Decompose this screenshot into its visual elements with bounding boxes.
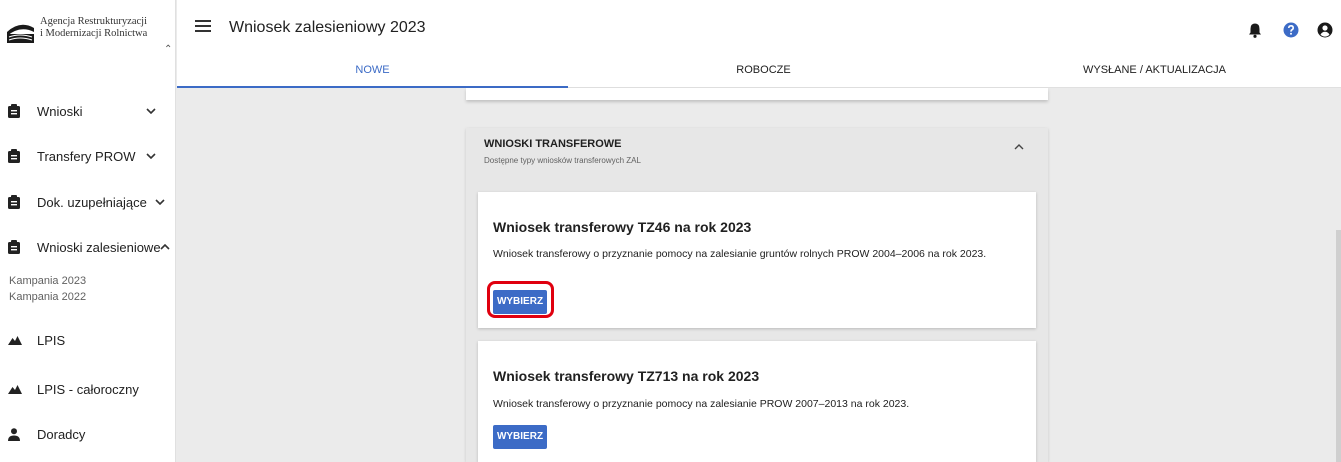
section-subtitle: Dostępne typy wniosków transferowych ZAL (484, 156, 641, 165)
arimr-logo[interactable]: Agencja Restrukturyzacji i Modernizacji … (6, 16, 166, 50)
sidebar-subitem-kampania-2022[interactable]: Kampania 2022 (9, 291, 86, 303)
card-description: Wniosek transferowy o przyznanie pomocy … (493, 398, 910, 410)
menu-icon[interactable] (195, 20, 211, 32)
application-card: Wniosek transferowy TZ46 na rok 2023 Wni… (478, 192, 1036, 328)
chevron-up-icon[interactable]: ⌃ (164, 44, 172, 55)
application-card: Wniosek transferowy TZ713 na rok 2023 Wn… (478, 341, 1036, 462)
page-title: Wniosek zalesieniowy 2023 (229, 19, 426, 36)
sidebar: Agencja Restrukturyzacji i Modernizacji … (0, 0, 176, 462)
previous-card (466, 88, 1048, 100)
sidebar-item-label: Wnioski (37, 103, 83, 119)
sidebar-item-label: Transfery PROW (37, 148, 136, 164)
sidebar-item-label: LPIS - całoroczny (37, 381, 139, 397)
sidebar-item-transfery-prow[interactable]: Transfery PROW (0, 141, 176, 171)
transfer-applications-section: WNIOSKI TRANSFEROWE Dostępne typy wniosk… (466, 128, 1048, 462)
tab-bar: NOWE ROBOCZE WYSŁANE / AKTUALIZACJA (177, 60, 1341, 88)
chevron-down-icon (146, 108, 156, 114)
arimr-logo-icon (6, 20, 35, 48)
scrollbar[interactable] (1336, 230, 1341, 462)
mountain-icon (8, 385, 22, 394)
sidebar-item-wnioski[interactable]: Wnioski (0, 96, 176, 126)
sidebar-item-lpis[interactable]: LPIS (0, 325, 176, 355)
sidebar-item-dok-uzupelniajace[interactable]: Dok. uzupełniające (0, 187, 176, 217)
sidebar-item-doradcy[interactable]: Doradcy (0, 419, 176, 449)
sidebar-item-label: Wnioski zalesieniowe (37, 239, 161, 255)
account-icon[interactable] (1317, 22, 1333, 38)
card-title: Wniosek transferowy TZ713 na rok 2023 (493, 368, 760, 384)
chevron-up-icon (160, 244, 170, 250)
sidebar-item-label: LPIS (37, 332, 66, 348)
tab-nowe[interactable]: NOWE (177, 60, 568, 88)
sidebar-item-lpis-caloroczny[interactable]: LPIS - całoroczny (0, 374, 176, 404)
sidebar-subitem-kampania-2023[interactable]: Kampania 2023 (9, 275, 86, 287)
logo-line2: i Modernizacji Rolnictwa (40, 28, 148, 39)
person-icon (8, 427, 20, 441)
select-button[interactable]: WYBIERZ (493, 425, 547, 449)
sidebar-item-label: Dok. uzupełniające (37, 194, 147, 210)
clipboard-icon (8, 104, 20, 118)
clipboard-icon (8, 195, 20, 209)
sidebar-item-wnioski-zalesieniowe[interactable]: Wnioski zalesieniowe (0, 232, 176, 262)
logo-line1: Agencja Restrukturyzacji (40, 16, 147, 27)
section-title: WNIOSKI TRANSFEROWE (484, 138, 622, 150)
top-bar: Wniosek zalesieniowy 2023 (177, 0, 1341, 60)
logo-text: Agencja Restrukturyzacji i Modernizacji … (40, 16, 147, 40)
clipboard-icon (8, 240, 20, 254)
mountain-icon (8, 336, 22, 345)
chevron-down-icon (155, 199, 165, 205)
help-icon[interactable] (1283, 22, 1299, 38)
bell-icon[interactable] (1247, 22, 1263, 38)
card-title: Wniosek transferowy TZ46 na rok 2023 (493, 219, 752, 235)
tab-robocze[interactable]: ROBOCZE (568, 60, 959, 88)
chevron-down-icon (146, 153, 156, 159)
clipboard-icon (8, 149, 20, 163)
chevron-up-icon[interactable] (1014, 144, 1024, 150)
card-description: Wniosek transferowy o przyznanie pomocy … (493, 248, 987, 260)
tab-wyslane-aktualizacja[interactable]: WYSŁANE / AKTUALIZACJA (959, 60, 1341, 88)
select-button[interactable]: WYBIERZ (493, 290, 547, 314)
sidebar-item-label: Doradcy (37, 426, 86, 442)
